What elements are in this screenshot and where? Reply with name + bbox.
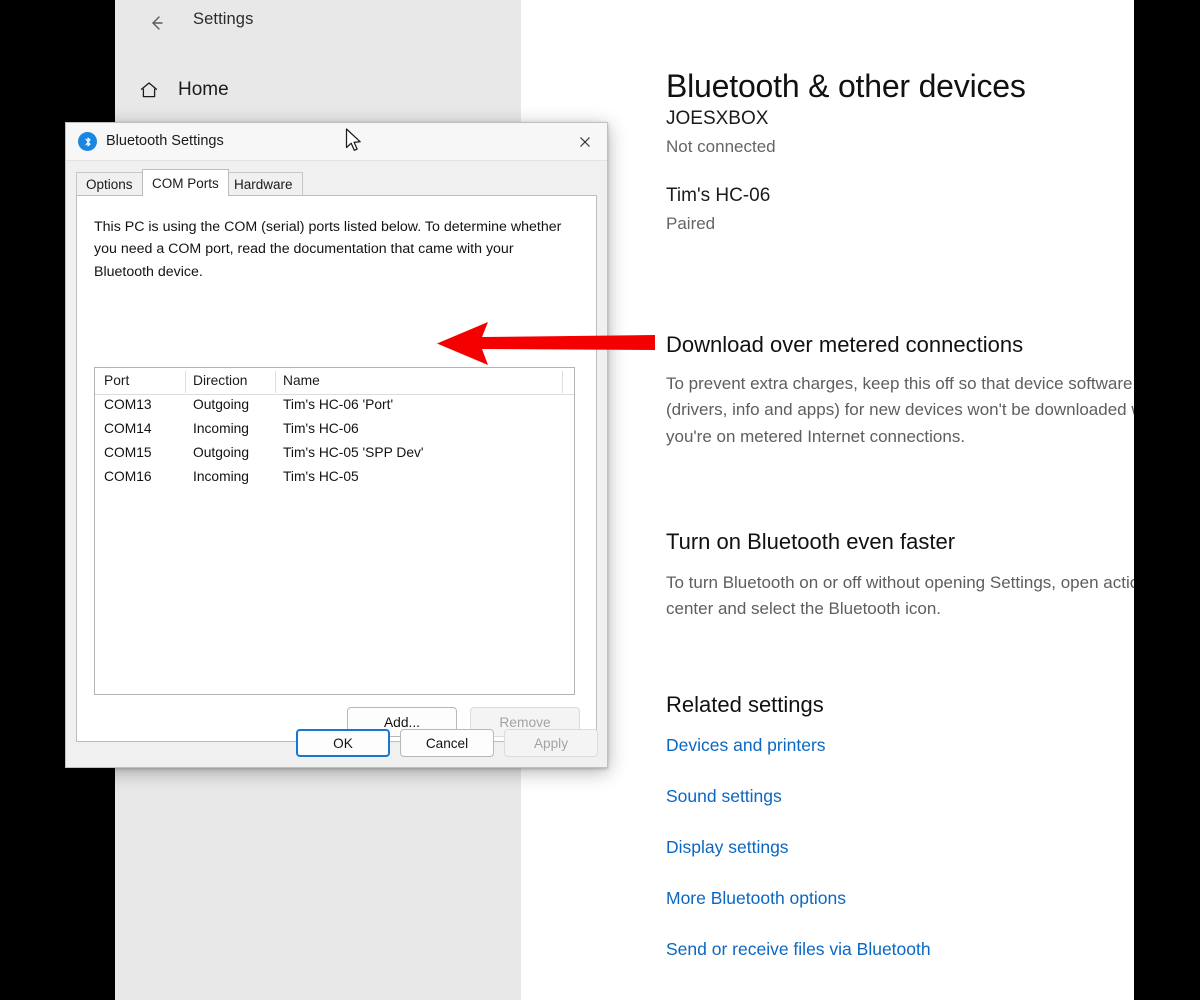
cell-name: Tim's HC-05 'SPP Dev' bbox=[283, 445, 424, 460]
ok-button[interactable]: OK bbox=[296, 729, 390, 757]
back-arrow-icon[interactable] bbox=[143, 9, 171, 37]
settings-content-pane: Bluetooth & other devices JOESXBOX Not c… bbox=[521, 0, 1134, 1000]
link-display-settings[interactable]: Display settings bbox=[666, 837, 789, 858]
column-header-port[interactable]: Port bbox=[104, 373, 129, 388]
listbox-header-row: Port Direction Name bbox=[95, 368, 574, 395]
cell-name: Tim's HC-05 bbox=[283, 469, 359, 484]
close-icon[interactable] bbox=[562, 123, 607, 160]
bluetooth-icon bbox=[78, 132, 97, 151]
com-ports-listbox[interactable]: Port Direction Name COM13 Outgoing Tim's… bbox=[94, 367, 575, 695]
bluetooth-faster-heading: Turn on Bluetooth even faster bbox=[666, 529, 955, 555]
dialog-title: Bluetooth Settings bbox=[106, 133, 224, 149]
column-divider bbox=[562, 371, 563, 393]
metered-connections-description: To prevent extra charges, keep this off … bbox=[666, 371, 1134, 450]
screen-root: Settings Home bbox=[0, 0, 1200, 1000]
table-row[interactable]: COM15 Outgoing Tim's HC-05 'SPP Dev' bbox=[95, 443, 574, 467]
cell-port: COM15 bbox=[104, 445, 152, 460]
dialog-tabstrip: Options COM Ports Hardware bbox=[76, 169, 597, 195]
tab-hardware[interactable]: Hardware bbox=[224, 172, 303, 195]
metered-connections-heading: Download over metered connections bbox=[666, 332, 1023, 358]
com-ports-description: This PC is using the COM (serial) ports … bbox=[94, 216, 568, 283]
sidebar-item-home[interactable]: Home bbox=[137, 78, 229, 102]
related-settings-heading: Related settings bbox=[666, 692, 824, 718]
column-divider bbox=[275, 371, 276, 393]
cell-name: Tim's HC-06 bbox=[283, 421, 359, 436]
link-send-receive-files[interactable]: Send or receive files via Bluetooth bbox=[666, 939, 931, 960]
tab-com-ports[interactable]: COM Ports bbox=[142, 169, 229, 196]
cell-port: COM13 bbox=[104, 397, 152, 412]
column-header-name[interactable]: Name bbox=[283, 373, 320, 388]
apply-button: Apply bbox=[504, 729, 598, 757]
cell-direction: Outgoing bbox=[193, 397, 249, 412]
cell-direction: Incoming bbox=[193, 469, 249, 484]
table-row[interactable]: COM14 Incoming Tim's HC-06 bbox=[95, 419, 574, 443]
device-status: Paired bbox=[666, 214, 770, 234]
page-title: Bluetooth & other devices bbox=[666, 68, 1026, 105]
settings-window-title: Settings bbox=[193, 10, 253, 29]
column-header-direction[interactable]: Direction bbox=[193, 373, 247, 388]
device-status: Not connected bbox=[666, 137, 776, 157]
tab-options[interactable]: Options bbox=[76, 172, 143, 195]
home-icon bbox=[137, 78, 161, 102]
com-ports-tab-panel: This PC is using the COM (serial) ports … bbox=[76, 195, 597, 742]
table-row[interactable]: COM16 Incoming Tim's HC-05 bbox=[95, 467, 574, 491]
cell-direction: Outgoing bbox=[193, 445, 249, 460]
column-divider bbox=[185, 371, 186, 393]
cell-port: COM14 bbox=[104, 421, 152, 436]
table-row[interactable]: COM13 Outgoing Tim's HC-06 'Port' bbox=[95, 395, 574, 419]
dialog-titlebar[interactable]: Bluetooth Settings bbox=[66, 123, 607, 161]
device-name: JOESXBOX bbox=[666, 108, 776, 130]
bluetooth-faster-description: To turn Bluetooth on or off without open… bbox=[666, 570, 1134, 623]
sidebar-item-home-label: Home bbox=[178, 79, 229, 101]
cell-port: COM16 bbox=[104, 469, 152, 484]
cell-name: Tim's HC-06 'Port' bbox=[283, 397, 393, 412]
device-list-item[interactable]: JOESXBOX Not connected bbox=[666, 108, 776, 157]
cell-direction: Incoming bbox=[193, 421, 249, 436]
link-more-bluetooth-options[interactable]: More Bluetooth options bbox=[666, 888, 846, 909]
link-devices-and-printers[interactable]: Devices and printers bbox=[666, 735, 826, 756]
link-sound-settings[interactable]: Sound settings bbox=[666, 786, 782, 807]
cancel-button[interactable]: Cancel bbox=[400, 729, 494, 757]
device-list-item[interactable]: Tim's HC-06 Paired bbox=[666, 185, 770, 234]
device-name: Tim's HC-06 bbox=[666, 185, 770, 207]
bluetooth-settings-dialog: Bluetooth Settings Options COM Ports Har… bbox=[65, 122, 608, 768]
